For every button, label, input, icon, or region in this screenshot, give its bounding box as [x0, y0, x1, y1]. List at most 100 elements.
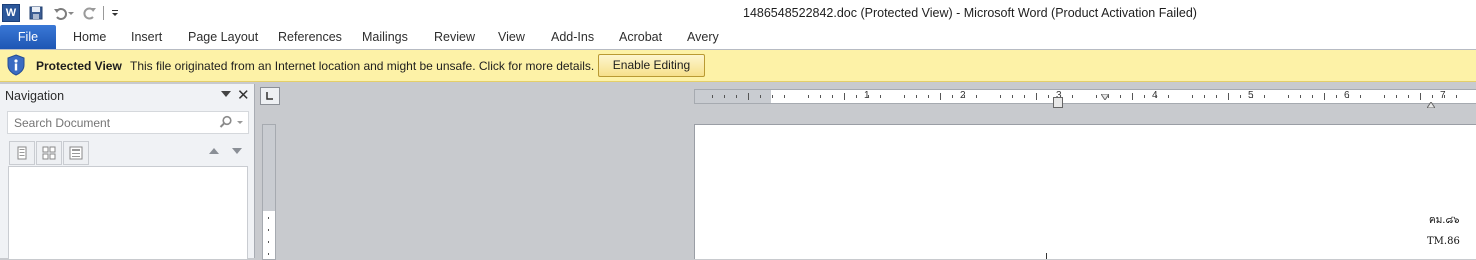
tab-selector-icon[interactable] — [260, 87, 280, 105]
ruler-tick — [1252, 95, 1253, 98]
navigation-close-icon[interactable]: ✕ — [237, 86, 250, 104]
ruler-tick — [1384, 95, 1385, 98]
ruler-tick — [1408, 95, 1409, 98]
save-icon[interactable] — [28, 5, 44, 21]
ruler-tick — [1360, 95, 1361, 98]
search-options-dropdown-icon[interactable] — [237, 121, 243, 124]
word-app-icon[interactable]: W — [2, 3, 20, 22]
search-input[interactable] — [12, 115, 216, 131]
ruler-tick — [784, 95, 785, 98]
redo-icon[interactable] — [82, 5, 98, 21]
quick-access-toolbar: W — [0, 0, 123, 25]
ruler-tick — [1348, 95, 1349, 98]
tab-page-layout[interactable]: Page Layout — [188, 25, 258, 49]
ruler-tick — [1216, 95, 1217, 98]
ruler-tick — [1048, 95, 1049, 98]
document-header-code: TM.86 — [1427, 236, 1460, 247]
undo-dropdown-icon[interactable] — [68, 5, 74, 21]
vruler-tick — [268, 241, 269, 243]
tab-avery[interactable]: Avery — [687, 25, 719, 49]
document-header-thai: ฅม.๘๖ — [1429, 215, 1460, 226]
info-shield-icon — [7, 54, 25, 76]
ruler-tick — [1156, 95, 1157, 98]
ruler-tick — [844, 93, 845, 100]
ruler-tick — [952, 95, 953, 98]
first-line-indent-marker-icon[interactable] — [1100, 89, 1110, 101]
ruler-tick — [1168, 95, 1169, 98]
ruler-tick — [724, 95, 725, 98]
navigation-view-buttons — [9, 141, 90, 165]
browse-pages-icon[interactable] — [36, 141, 62, 165]
tab-file[interactable]: File — [0, 25, 56, 49]
ruler-tick — [820, 95, 821, 98]
tab-references[interactable]: References — [278, 25, 342, 49]
vertical-ruler[interactable] — [262, 124, 276, 260]
left-indent-box-icon[interactable] — [1053, 97, 1063, 108]
ruler-tick — [1024, 95, 1025, 98]
ruler-tick — [1000, 95, 1001, 98]
ruler-tick — [904, 95, 905, 98]
ruler-tick — [736, 95, 737, 98]
vruler-tick — [268, 229, 269, 231]
text-cursor — [1046, 253, 1047, 259]
ruler-tick — [1036, 93, 1037, 100]
tab-insert[interactable]: Insert — [131, 25, 162, 49]
enable-editing-button[interactable]: Enable Editing — [598, 54, 705, 77]
vruler-tick — [268, 253, 269, 255]
ruler-tick — [940, 93, 941, 100]
ruler-tick — [748, 93, 749, 100]
search-icon[interactable] — [219, 115, 233, 129]
protected-view-title: Protected View — [36, 59, 122, 73]
ruler-tick — [760, 95, 761, 98]
ruler-tick — [1072, 95, 1073, 98]
ruler-tick — [1096, 95, 1097, 98]
ruler-tick — [1300, 95, 1301, 98]
ruler-tick — [808, 95, 809, 98]
ruler-tick — [868, 95, 869, 98]
document-page[interactable]: ฅม.๘๖ TM.86 — [694, 124, 1476, 259]
previous-result-icon[interactable] — [209, 148, 219, 154]
ruler-tick — [916, 95, 917, 98]
customize-qat-icon[interactable] — [107, 5, 123, 21]
horizontal-ruler[interactable]: 1 2 3 4 5 6 7 — [694, 89, 1476, 109]
tab-add-ins[interactable]: Add-Ins — [551, 25, 594, 49]
navigation-options-chevron-icon[interactable] — [221, 91, 231, 97]
qat-separator — [103, 5, 104, 20]
ruler-tick — [772, 95, 773, 98]
ruler-tick — [856, 95, 857, 98]
ruler-tick — [1444, 95, 1445, 98]
browse-headings-icon[interactable] — [9, 141, 35, 165]
next-result-icon[interactable] — [232, 148, 242, 154]
tab-home[interactable]: Home — [73, 25, 106, 49]
ruler-tick — [1420, 93, 1421, 100]
window-title: 1486548522842.doc (Protected View) - Mic… — [743, 6, 1197, 20]
ruler-tick — [1228, 93, 1229, 100]
ruler-tick — [1312, 95, 1313, 98]
ruler-tick — [1324, 93, 1325, 100]
protected-view-bar[interactable]: Protected View This file originated from… — [0, 50, 1476, 82]
tab-acrobat[interactable]: Acrobat — [619, 25, 662, 49]
title-bar: W 1486548522842.doc (Protected View) - M… — [0, 0, 1476, 25]
undo-icon[interactable] — [52, 5, 68, 21]
ribbon-tabs: File Home Insert Page Layout References … — [0, 25, 1476, 50]
ruler-tick — [1132, 93, 1133, 100]
right-indent-marker-icon[interactable] — [1426, 97, 1436, 109]
navigation-results-area — [8, 166, 248, 259]
ruler-tick — [1012, 95, 1013, 98]
search-document-box[interactable] — [7, 111, 249, 134]
ruler-tick — [880, 95, 881, 98]
vertical-ruler-margin — [263, 125, 275, 211]
ruler-tick — [1144, 95, 1145, 98]
ruler-tick — [1240, 95, 1241, 98]
tab-mailings[interactable]: Mailings — [362, 25, 408, 49]
browse-results-icon[interactable] — [63, 141, 89, 165]
ruler-tick — [1288, 95, 1289, 98]
ruler-tick — [1456, 95, 1457, 98]
tab-view[interactable]: View — [498, 25, 525, 49]
tab-review[interactable]: Review — [434, 25, 475, 49]
vruler-tick — [268, 217, 269, 219]
ruler-tick — [832, 95, 833, 98]
ruler-tick — [976, 95, 977, 98]
protected-view-message[interactable]: This file originated from an Internet lo… — [130, 59, 594, 73]
ruler-tick — [964, 95, 965, 98]
